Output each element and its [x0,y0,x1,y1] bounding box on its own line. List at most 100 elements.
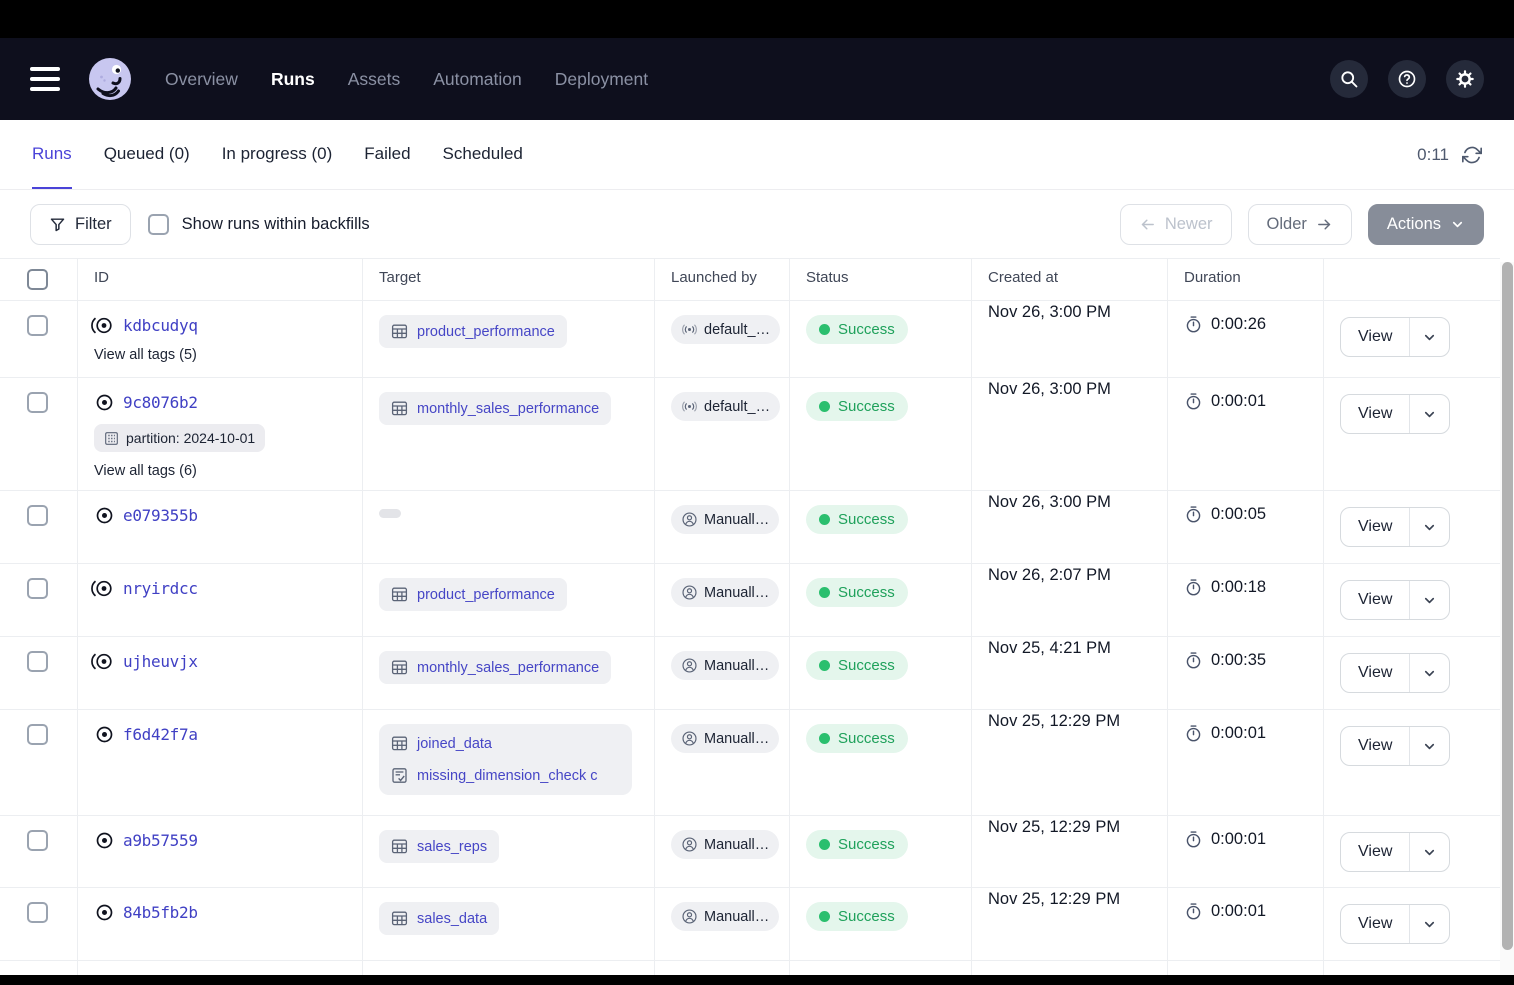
target-asset-link[interactable]: product_performance [379,315,567,348]
row-checkbox[interactable] [27,578,48,599]
view-button[interactable]: View [1341,395,1410,433]
run-id-link[interactable]: f6d42f7a [123,725,198,744]
asset-icon [391,735,408,752]
run-id-link[interactable]: a9b57559 [123,831,198,850]
run-id-link[interactable]: nryirdcc [123,579,198,598]
dagster-logo[interactable] [86,55,134,103]
menu-icon[interactable] [30,67,60,91]
target-asset-link[interactable]: sales_reps [379,830,499,863]
view-button[interactable]: View [1341,727,1410,765]
help-button[interactable] [1388,60,1426,98]
view-all-tags-link[interactable]: View all tags (5) [94,347,348,363]
refresh-button[interactable] [1462,145,1482,165]
view-dropdown-button[interactable] [1410,508,1449,546]
run-icon [94,392,115,413]
status-badge: Success [806,651,908,680]
run-icon [94,830,115,851]
run-id-link[interactable]: 84b5fb2b [123,903,198,922]
target-asset-link[interactable]: sales_data [379,902,499,935]
primary-nav: Overview Runs Assets Automation Deployme… [165,69,648,90]
asset-icon [391,659,408,676]
search-button[interactable] [1330,60,1368,98]
arrow-left-icon [1139,216,1156,233]
view-dropdown-button[interactable] [1410,318,1449,356]
actions-button[interactable]: Actions [1368,204,1484,245]
launched-by-tag[interactable]: Manuall… [671,724,779,753]
nav-item-automation[interactable]: Automation [433,69,522,90]
vertical-scrollbar[interactable] [1500,262,1514,975]
row-checkbox[interactable] [27,724,48,745]
table-row: e079355b Manuall… Success Nov 26, 3:00 P… [0,490,1500,563]
duration: 0:00:26 [1184,315,1309,334]
window-bottom-strip [0,975,1514,985]
row-checkbox[interactable] [27,830,48,851]
run-id-link[interactable]: ujheuvjx [123,652,198,671]
run-id-link[interactable]: kdbcudyq [123,316,198,335]
older-button[interactable]: Older [1248,204,1352,245]
table-row: 84b5fb2b sales_data Manuall… Success [0,887,1500,960]
nav-item-assets[interactable]: Assets [348,69,401,90]
success-dot-icon [819,587,830,598]
row-checkbox[interactable] [27,505,48,526]
target-asset-link[interactable]: monthly_sales_performance [379,392,611,425]
status-badge: Success [806,392,908,421]
view-dropdown-button[interactable] [1410,654,1449,692]
launched-by-tag[interactable]: Manuall… [671,578,779,607]
run-id-link[interactable]: 9c8076b2 [123,393,198,412]
nav-item-runs[interactable]: Runs [271,69,315,90]
duration: 0:00:01 [1184,830,1309,849]
tab-runs[interactable]: Runs [32,120,72,189]
target-asset-link[interactable]: joined_data [391,735,620,752]
target-asset-check-link[interactable]: missing_dimension_check c [391,767,620,784]
filter-button[interactable]: Filter [30,204,131,245]
tab-in-progress[interactable]: In progress (0) [222,120,333,189]
row-checkbox[interactable] [27,651,48,672]
view-dropdown-button[interactable] [1410,727,1449,765]
settings-button[interactable] [1446,60,1484,98]
user-icon [681,908,698,925]
chevron-down-icon [1422,520,1437,535]
row-checkbox[interactable] [27,902,48,923]
target-asset-link[interactable]: product_performance [379,578,567,611]
view-button[interactable]: View [1341,581,1410,619]
scrollbar-thumb[interactable] [1502,262,1513,950]
backfills-checkbox[interactable] [148,214,169,235]
view-dropdown-button[interactable] [1410,581,1449,619]
runs-tabbar: Runs Queued (0) In progress (0) Failed S… [0,120,1514,190]
view-dropdown-button[interactable] [1410,395,1449,433]
select-all-checkbox[interactable] [27,269,48,290]
view-button[interactable]: View [1341,833,1410,871]
run-id-link[interactable]: e079355b [123,506,198,525]
view-button[interactable]: View [1341,905,1410,943]
success-dot-icon [819,839,830,850]
view-button[interactable]: View [1341,318,1410,356]
newer-button[interactable]: Newer [1120,204,1232,245]
run-icon [94,505,115,526]
launched-by-tag[interactable]: Manuall… [671,830,779,859]
target-asset-link[interactable]: monthly_sales_performance [379,651,611,684]
tab-failed[interactable]: Failed [364,120,410,189]
duration-icon [1184,392,1203,411]
view-dropdown-button[interactable] [1410,905,1449,943]
success-dot-icon [819,514,830,525]
nav-item-deployment[interactable]: Deployment [555,69,648,90]
row-checkbox[interactable] [27,315,48,336]
tab-queued[interactable]: Queued (0) [104,120,190,189]
launched-by-tag[interactable]: Manuall… [671,902,779,931]
header-target: Target [363,259,655,300]
view-button[interactable]: View [1341,508,1410,546]
view-dropdown-button[interactable] [1410,833,1449,871]
launched-by-tag[interactable]: default_… [671,315,780,344]
status-badge: Success [806,578,908,607]
view-all-tags-link[interactable]: View all tags (6) [94,463,348,479]
sensor-icon [681,398,698,415]
view-button[interactable]: View [1341,654,1410,692]
launched-by-tag[interactable]: Manuall… [671,651,779,680]
nav-item-overview[interactable]: Overview [165,69,238,90]
launched-by-tag[interactable]: Manuall… [671,505,779,534]
launched-by-tag[interactable]: default_… [671,392,780,421]
tab-scheduled[interactable]: Scheduled [443,120,523,189]
duration-icon [1184,830,1203,849]
row-checkbox[interactable] [27,392,48,413]
partition-tag[interactable]: partition: 2024-10-01 [94,424,265,452]
